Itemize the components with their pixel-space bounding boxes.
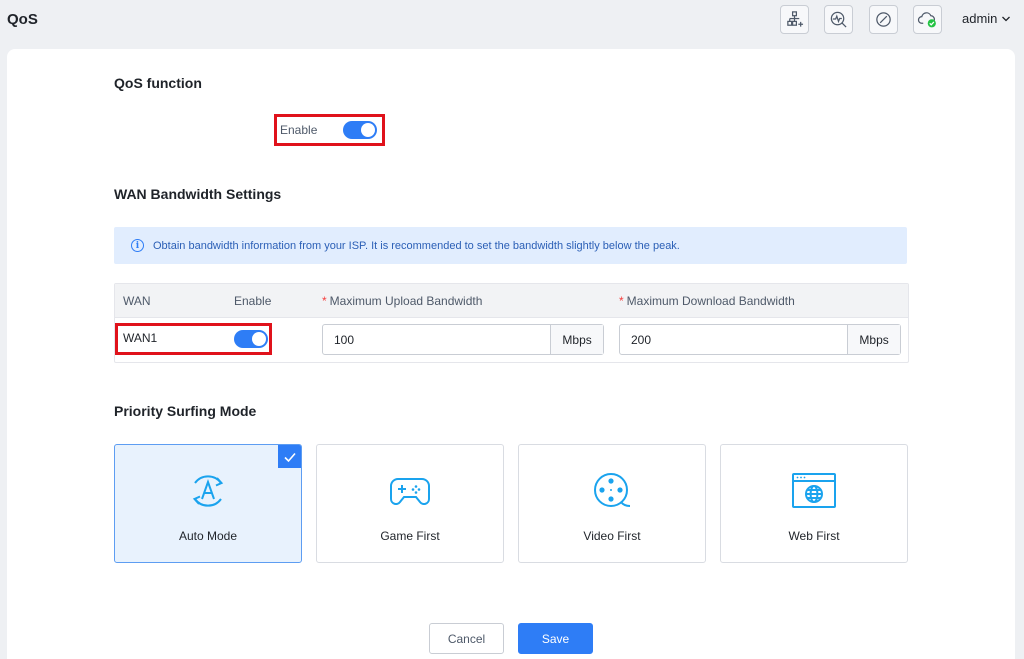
wan-table-header: WAN Enable * Maximum Upload Bandwidth * Ma… <box>115 284 908 318</box>
chevron-down-icon <box>1002 16 1011 21</box>
cloud-status-button[interactable] <box>913 5 942 34</box>
toggle-knob <box>361 123 375 137</box>
auto-mode-icon <box>185 468 231 514</box>
mode-label: Game First <box>380 529 440 543</box>
top-bar: QoS admin <box>0 0 1024 44</box>
upload-unit: Mbps <box>550 325 603 354</box>
mode-card-auto[interactable]: Auto Mode <box>114 444 302 563</box>
qos-function-title: QoS function <box>114 75 202 91</box>
wan-bandwidth-title: WAN Bandwidth Settings <box>114 186 282 202</box>
column-upload: * Maximum Upload Bandwidth <box>322 294 482 308</box>
required-asterisk: * <box>322 294 327 308</box>
column-download-label: Maximum Download Bandwidth <box>626 294 795 308</box>
mode-label: Auto Mode <box>178 529 238 543</box>
download-bandwidth-input[interactable] <box>620 325 848 354</box>
selected-check-icon <box>278 445 301 468</box>
mode-label: Video First <box>583 529 641 543</box>
mode-label: Web First <box>788 529 840 543</box>
qos-enable-label: Enable <box>280 123 318 137</box>
gamepad-icon <box>387 468 433 514</box>
download-bandwidth-field: Mbps <box>619 324 901 355</box>
save-button[interactable]: Save <box>518 623 593 654</box>
qos-enable-toggle[interactable] <box>343 121 377 139</box>
required-asterisk: * <box>619 294 624 308</box>
diagnostics-icon <box>830 11 847 28</box>
diagnostics-button[interactable] <box>824 5 853 34</box>
wan1-highlight <box>115 323 272 355</box>
main-card: QoS function Enable WAN Bandwidth Settin… <box>7 49 1015 659</box>
block-icon <box>876 12 891 27</box>
cloud-connected-icon <box>917 12 936 28</box>
network-topology-icon <box>787 11 804 27</box>
priority-mode-title: Priority Surfing Mode <box>114 403 257 419</box>
info-icon: i <box>131 239 144 252</box>
column-enable: Enable <box>234 294 272 308</box>
block-button[interactable] <box>869 5 898 34</box>
column-upload-label: Maximum Upload Bandwidth <box>329 294 483 308</box>
mode-card-game[interactable]: Game First <box>316 444 504 563</box>
info-banner: i Obtain bandwidth information from your… <box>114 227 907 264</box>
user-menu[interactable]: admin <box>962 11 1011 26</box>
cancel-button[interactable]: Cancel <box>429 623 504 654</box>
column-download: * Maximum Download Bandwidth <box>619 294 795 308</box>
film-reel-icon <box>589 468 635 514</box>
browser-globe-icon <box>791 468 837 514</box>
upload-bandwidth-input[interactable] <box>323 325 551 354</box>
column-wan: WAN <box>123 294 151 308</box>
download-unit: Mbps <box>847 325 900 354</box>
mode-card-web[interactable]: Web First <box>720 444 908 563</box>
page-title: QoS <box>7 11 38 28</box>
mode-card-video[interactable]: Video First <box>518 444 706 563</box>
upload-bandwidth-field: Mbps <box>322 324 604 355</box>
info-text: Obtain bandwidth information from your I… <box>153 239 680 252</box>
user-name: admin <box>962 11 998 26</box>
network-topology-button[interactable] <box>780 5 809 34</box>
